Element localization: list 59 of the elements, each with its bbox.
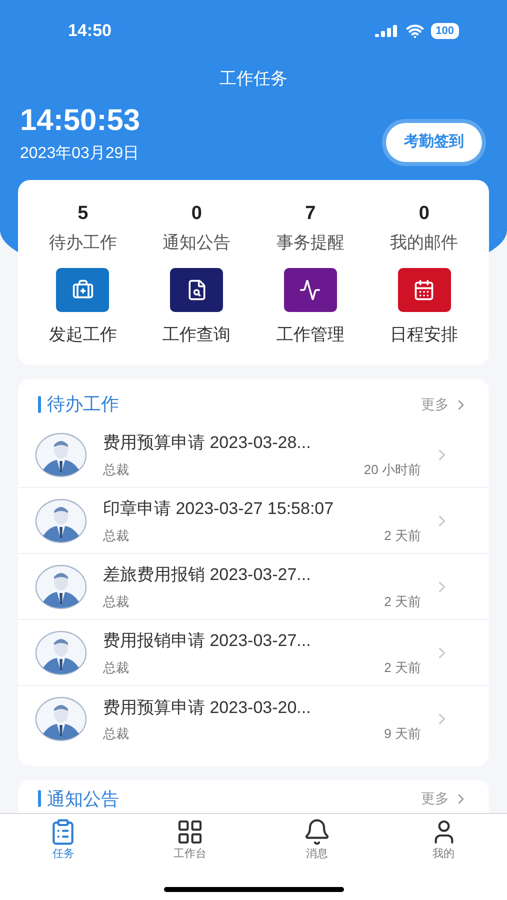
pending-item[interactable]: 差旅费用报销 2023-03-27... 总裁 2 天前 — [18, 554, 489, 620]
avatar-icon — [35, 564, 87, 610]
tab-item[interactable]: 消息 — [254, 818, 380, 862]
item-time: 9 天前 — [384, 725, 421, 743]
pending-item[interactable]: 费用报销申请 2023-03-27... 总裁 2 天前 — [18, 620, 489, 686]
item-time: 20 小时前 — [364, 460, 421, 478]
pending-item[interactable]: 费用预算申请 2023-03-28... 总裁 20 小时前 — [18, 422, 489, 488]
avatar-icon — [35, 630, 87, 676]
item-title: 费用预算申请 2023-03-20... — [103, 696, 312, 718]
stat-label[interactable]: 通知公告 — [162, 230, 231, 256]
item-time: 2 天前 — [384, 592, 421, 610]
shortcut-label[interactable]: 工作查询 — [162, 322, 231, 347]
bell-icon — [302, 818, 331, 846]
checkin-button[interactable]: 考勤签到 — [386, 123, 482, 162]
pending-item[interactable]: 费用预算申请 2023-03-20... 总裁 9 天前 — [18, 686, 489, 752]
signal-icon — [374, 25, 399, 37]
stat-label[interactable]: 我的邮件 — [390, 230, 458, 256]
item-sender: 总裁 — [103, 725, 129, 743]
avatar-icon — [35, 696, 87, 742]
item-title: 印章申请 2023-03-27 15:58:07 — [103, 498, 335, 520]
current-date: 2023年03月29日 — [20, 144, 140, 164]
avatar-icon — [35, 432, 87, 478]
stat-count: 0 — [191, 202, 202, 226]
shortcut-label[interactable]: 日程安排 — [390, 322, 458, 347]
stat-count: 5 — [78, 202, 88, 226]
pulse-icon[interactable] — [284, 268, 337, 312]
item-title: 费用预算申请 2023-03-28... — [103, 432, 312, 454]
page-title: 工作任务 — [220, 68, 288, 90]
avatar-icon — [35, 498, 87, 544]
shortcut-label[interactable]: 工作管理 — [276, 322, 344, 347]
stat-count: 0 — [418, 202, 430, 226]
section-marker — [38, 396, 41, 413]
briefcase-icon[interactable] — [56, 268, 110, 312]
item-sender: 总裁 — [103, 460, 129, 478]
grid-icon — [176, 818, 204, 846]
item-sender: 总裁 — [103, 526, 129, 544]
item-sender: 总裁 — [103, 658, 129, 676]
status-time: 14:50 — [68, 20, 112, 42]
clock-time: 14:50:53 — [20, 104, 140, 138]
document-search-icon[interactable] — [170, 268, 224, 312]
stat-count: 7 — [305, 202, 316, 226]
item-time: 2 天前 — [384, 526, 421, 544]
tab-item[interactable]: 我的 — [380, 818, 507, 862]
tab-item[interactable]: 工作台 — [126, 818, 254, 862]
battery-level: 100 — [430, 23, 459, 39]
section-title: 通知公告 — [47, 788, 119, 808]
item-title: 费用报销申请 2023-03-27... — [103, 630, 312, 652]
section-title: 待办工作 — [47, 393, 119, 416]
item-title: 差旅费用报销 2023-03-27... — [103, 564, 312, 586]
tab-item[interactable]: 任务 — [0, 818, 127, 862]
section-marker — [38, 790, 41, 807]
item-sender: 总裁 — [103, 592, 129, 610]
stat-label[interactable]: 待办工作 — [48, 230, 117, 256]
stat-label[interactable]: 事务提醒 — [276, 230, 344, 256]
shortcut-label[interactable]: 发起工作 — [48, 322, 117, 347]
wifi-icon — [406, 22, 424, 40]
item-time: 2 天前 — [384, 658, 421, 676]
pending-item[interactable]: 印章申请 2023-03-27 15:58:07 总裁 2 天前 — [18, 488, 489, 554]
calendar-icon[interactable] — [398, 268, 451, 312]
